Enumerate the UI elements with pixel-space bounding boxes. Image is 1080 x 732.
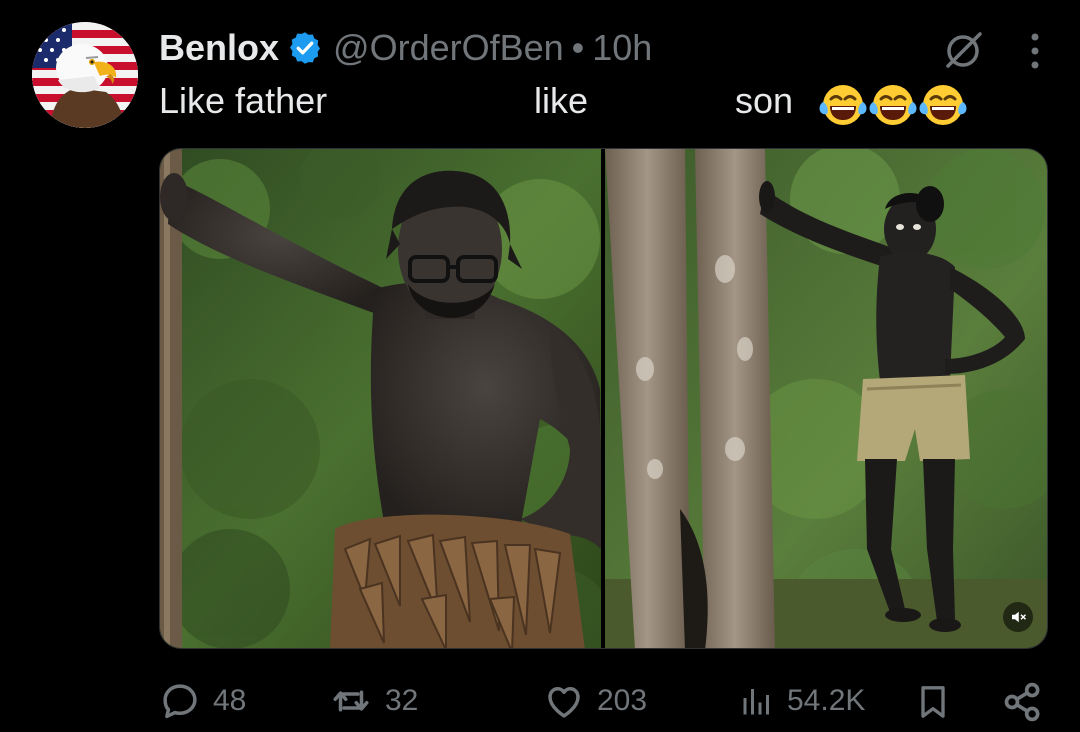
avatar[interactable] <box>32 22 138 128</box>
laughing-emoji-icon <box>869 85 917 125</box>
action-bar: 48 32 203 54.2K <box>159 676 1047 726</box>
grok-icon[interactable] <box>940 28 986 74</box>
post-timestamp[interactable]: 10h <box>592 27 652 69</box>
share-icon <box>1004 682 1040 722</box>
eagle-avatar-icon <box>32 22 138 128</box>
post-text: Like father like son <box>159 80 1019 130</box>
post-header: Benlox @OrderOfBen • 10h <box>159 26 652 70</box>
reply-count: 48 <box>213 684 247 717</box>
repost-icon <box>333 690 369 712</box>
views-button[interactable]: 54.2K <box>739 680 865 722</box>
reply-icon <box>163 684 197 719</box>
laughing-emoji-icon <box>919 85 967 125</box>
like-button[interactable]: 203 <box>543 680 647 722</box>
media-image-left[interactable] <box>160 149 601 648</box>
more-options-icon[interactable] <box>1030 32 1040 70</box>
repost-button[interactable]: 32 <box>329 680 418 722</box>
verified-badge-icon[interactable] <box>287 30 323 66</box>
volume-muted-icon <box>1012 611 1027 623</box>
user-handle[interactable]: @OrderOfBen <box>333 27 564 69</box>
display-name[interactable]: Benlox <box>159 27 279 69</box>
post-text-part: like <box>534 80 589 121</box>
media-image-right[interactable] <box>605 149 1047 648</box>
views-bar-chart-icon <box>743 689 769 715</box>
post-text-part: Like father <box>159 80 328 121</box>
bookmark-button[interactable] <box>913 680 953 724</box>
like-count: 203 <box>597 684 648 717</box>
reply-button[interactable]: 48 <box>159 680 246 722</box>
laughing-emoji-icon <box>819 85 867 125</box>
repost-count: 32 <box>385 684 419 717</box>
volume-muted-button[interactable] <box>1003 602 1033 632</box>
post-text-part: son <box>735 80 794 121</box>
share-button[interactable] <box>1001 680 1045 724</box>
tweet[interactable]: Benlox @OrderOfBen • 10h Like father lik… <box>0 0 1080 732</box>
boy-with-tree-photo <box>605 149 1047 648</box>
heart-icon <box>548 687 580 718</box>
post-media[interactable] <box>159 148 1048 649</box>
man-with-tree-photo <box>160 149 601 648</box>
separator-dot: • <box>571 27 585 68</box>
bookmark-icon <box>921 686 945 718</box>
view-count: 54.2K <box>787 684 866 717</box>
